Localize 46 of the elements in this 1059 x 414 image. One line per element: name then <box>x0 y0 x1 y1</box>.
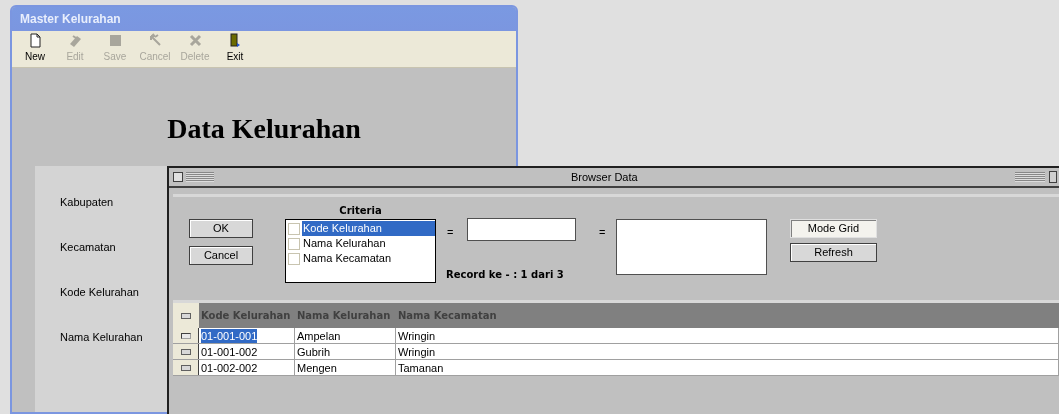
toggle-button[interactable]: Mode Grid <box>790 219 877 238</box>
input-field[interactable] <box>467 218 576 241</box>
input-field[interactable] <box>616 219 767 275</box>
close-icon <box>187 32 203 48</box>
list-item[interactable]: Kode Kelurahan <box>302 221 435 236</box>
window-title: Master Kelurahan <box>20 11 121 29</box>
square-icon <box>107 32 123 48</box>
row-selector[interactable] <box>180 332 191 339</box>
field-label: Kecamatan <box>60 239 116 255</box>
row-selector[interactable] <box>180 364 191 371</box>
criteria-list[interactable]: Kode Kelurahan Nama Kelurahan Nama Kecamatan <box>285 219 436 283</box>
grip-icon <box>186 172 214 182</box>
checkbox[interactable] <box>288 252 300 265</box>
record-info: Record ke - : 1 dari 3 <box>446 268 564 282</box>
table-cell: Wringin <box>398 344 436 359</box>
window-icon[interactable] <box>173 172 183 182</box>
window-button-icon[interactable] <box>1049 171 1057 183</box>
field-label: Nama Kelurahan <box>60 329 143 345</box>
dialog-button[interactable]: Cancel <box>189 246 253 265</box>
checkbox[interactable] <box>288 237 300 250</box>
equals-sign: = <box>447 225 454 240</box>
table-cell: 01-001-002 <box>201 344 258 359</box>
document-icon <box>27 32 43 48</box>
field-label: Kabupaten <box>60 194 114 210</box>
table-cell: Ampelan <box>297 328 341 343</box>
table-cell: Gubrih <box>297 344 331 359</box>
form-heading: Data Kelurahan <box>167 111 361 146</box>
table-cell: 01-002-002 <box>201 360 258 375</box>
field-label: Kode Kelurahan <box>60 284 139 300</box>
table-cell: Wringin <box>398 328 436 343</box>
checkbox[interactable] <box>288 222 300 235</box>
grip-icon <box>1015 172 1045 182</box>
window-title: Browser Data <box>571 169 638 185</box>
toolbar-button[interactable]: Exit <box>220 32 250 63</box>
criteria-title: Criteria <box>339 205 382 217</box>
toggle-button[interactable]: Refresh <box>790 243 877 262</box>
row-header-icon <box>181 312 191 319</box>
table-cell: Tamanan <box>398 360 444 375</box>
list-item[interactable]: Nama Kelurahan <box>302 236 435 251</box>
toolbar-button[interactable]: New <box>20 32 50 63</box>
list-item[interactable]: Nama Kecamatan <box>302 251 435 266</box>
dialog-button[interactable]: OK <box>189 219 253 238</box>
equals-sign: = <box>599 225 606 240</box>
table-cell: 01-001-001 <box>201 328 258 343</box>
table-cell: Mengen <box>297 360 337 375</box>
row-selector[interactable] <box>180 348 191 355</box>
